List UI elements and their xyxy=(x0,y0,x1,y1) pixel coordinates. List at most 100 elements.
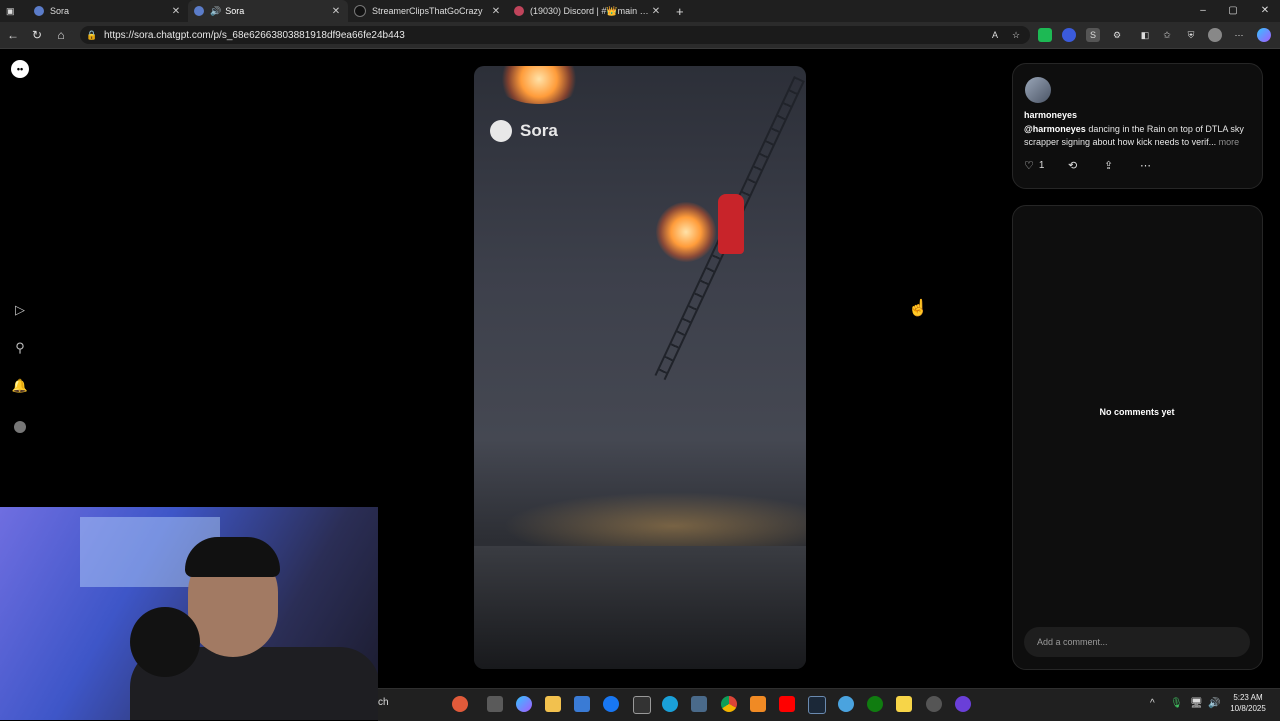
extension-green-icon[interactable] xyxy=(1038,28,1052,42)
comment-input[interactable] xyxy=(1035,636,1239,648)
url-text[interactable]: https://sora.chatgpt.com/p/s_68e62663803… xyxy=(104,30,405,41)
rooftop-crowd-image xyxy=(474,546,806,669)
tray-volume-icon[interactable]: 🔊 xyxy=(1208,698,1220,709)
taskbar-vlc-icon[interactable] xyxy=(750,696,766,712)
taskbar-chrome-icon[interactable] xyxy=(721,696,737,712)
heart-icon: ♡ xyxy=(1024,159,1034,172)
profile-avatar[interactable] xyxy=(10,416,30,436)
webcam-overlay xyxy=(0,507,378,720)
refresh-icon: ↻ xyxy=(31,28,43,42)
sora-watermark-text: Sora xyxy=(520,121,558,140)
taskbar-app-icon[interactable] xyxy=(838,696,854,712)
more-options-button[interactable]: ⋯ xyxy=(1140,157,1151,173)
explore-play-icon[interactable]: ▷ xyxy=(10,300,30,320)
taskbar-search-box[interactable]: ch xyxy=(378,697,389,708)
shield-icon[interactable]: ⛨ xyxy=(1184,28,1198,42)
favorites-icon[interactable]: ✩ xyxy=(1160,28,1174,42)
home-icon: ⌂ xyxy=(57,28,65,42)
close-icon: ✕ xyxy=(1260,5,1270,16)
maximize-icon: ▢ xyxy=(1228,5,1238,16)
copilot-icon[interactable] xyxy=(1257,28,1271,42)
tab-title: StreamerClipsThatGoCrazy xyxy=(372,6,483,16)
taskbar-store-icon[interactable] xyxy=(574,696,590,712)
tab-sora-2[interactable]: 🔊 Sora ✕ xyxy=(188,0,348,22)
taskbar-amazon-icon[interactable] xyxy=(633,696,651,714)
taskbar-settings-icon[interactable] xyxy=(926,696,942,712)
back-button[interactable]: ← xyxy=(5,26,21,44)
back-arrow-icon: ← xyxy=(7,28,19,42)
sora-favicon-icon xyxy=(34,6,44,16)
hand-cursor-icon: ☝ xyxy=(908,300,928,317)
taskbar-edge-icon[interactable] xyxy=(662,696,678,712)
tray-network-icon[interactable]: 🖥 xyxy=(1190,698,1203,709)
sora-favicon-icon xyxy=(194,6,204,16)
favorite-star-icon[interactable]: ☆ xyxy=(1009,28,1023,42)
taskbar-task-view-icon[interactable] xyxy=(487,696,503,712)
speaker-icon[interactable]: 🔊 xyxy=(210,6,221,17)
more-menu-icon[interactable]: ⋯ xyxy=(1232,28,1246,42)
sora-logo-icon[interactable]: •• xyxy=(11,60,29,78)
notifications-bell-icon[interactable]: 🔔 xyxy=(10,376,30,396)
minimize-button[interactable]: – xyxy=(1188,0,1218,22)
remix-button[interactable]: ⟲ xyxy=(1068,157,1077,173)
tab-discord[interactable]: (19030) Discord | #👑main | EB I ✕ xyxy=(508,0,668,22)
share-upload-icon: ⇪ xyxy=(1104,159,1114,172)
post-caption: @harmoneyes dancing in the Rain on top o… xyxy=(1024,123,1252,149)
tab-title: Sora xyxy=(225,6,245,16)
address-bar[interactable]: 🔒 https://sora.chatgpt.com/p/s_68e626638… xyxy=(80,26,1030,44)
sora-watermark: Sora xyxy=(490,120,558,142)
windows-taskbar xyxy=(378,688,1280,721)
close-window-button[interactable]: ✕ xyxy=(1250,0,1280,22)
search-icon[interactable]: ⚲ xyxy=(10,338,30,358)
taskbar-steam-icon[interactable] xyxy=(808,696,826,714)
author-username[interactable]: harmoneyes xyxy=(1024,110,1077,120)
new-tab-button[interactable]: + xyxy=(670,0,690,22)
close-tab-icon[interactable]: ✕ xyxy=(490,6,502,17)
refresh-button[interactable]: ↻ xyxy=(29,26,45,44)
taskbar-octopus-app-icon[interactable] xyxy=(452,696,468,712)
close-tab-icon[interactable]: ✕ xyxy=(170,6,182,17)
plus-icon: + xyxy=(676,3,684,19)
taskbar-calculator-icon[interactable] xyxy=(691,696,707,712)
tab-title: (19030) Discord | #👑main | EB I xyxy=(530,5,650,16)
tray-chevron-up-icon[interactable]: ^ xyxy=(1150,698,1155,709)
person-in-red-image xyxy=(718,194,744,254)
taskbar-copilot-icon[interactable] xyxy=(516,696,532,712)
caption-more-link[interactable]: more xyxy=(1219,137,1240,147)
taskbar-clock[interactable]: 5:23 AM 10/8/2025 xyxy=(1226,692,1270,714)
sora-watermark-logo-icon xyxy=(490,120,512,142)
split-screen-icon[interactable]: ◧ xyxy=(1138,28,1152,42)
taskbar-sticky-notes-icon[interactable] xyxy=(896,696,912,712)
close-tab-icon[interactable]: ✕ xyxy=(650,6,662,17)
taskbar-youtube-icon[interactable] xyxy=(779,696,795,712)
close-tab-icon[interactable]: ✕ xyxy=(330,6,342,17)
extension-blue-icon[interactable] xyxy=(1062,28,1076,42)
webcam-person-hair xyxy=(185,537,280,577)
clock-time: 5:23 AM xyxy=(1233,693,1263,702)
video-player[interactable]: Sora xyxy=(474,66,806,669)
taskbar-file-explorer-icon[interactable] xyxy=(545,696,561,712)
no-comments-text: No comments yet xyxy=(1099,407,1175,417)
maximize-button[interactable]: ▢ xyxy=(1218,0,1248,22)
extension-s-icon[interactable]: S xyxy=(1086,28,1100,42)
tray-microphone-icon[interactable]: 🎙 xyxy=(1170,698,1183,709)
like-button[interactable]: ♡ 1 xyxy=(1024,157,1044,173)
taskbar-facebook-icon[interactable] xyxy=(603,696,619,712)
tab-actions-button[interactable]: ▣ xyxy=(0,0,22,22)
author-avatar[interactable] xyxy=(1025,77,1051,103)
extensions-puzzle-icon[interactable]: ⚙ xyxy=(1110,28,1124,42)
comments-panel xyxy=(1012,205,1263,670)
taskbar-xbox-icon[interactable] xyxy=(867,696,883,712)
taskbar-obs-icon[interactable] xyxy=(955,696,971,712)
comment-input-box[interactable] xyxy=(1024,627,1250,657)
firework-top-image xyxy=(494,66,584,104)
caption-handle[interactable]: @harmoneyes xyxy=(1024,124,1086,134)
discord-favicon-icon xyxy=(514,6,524,16)
read-aloud-icon[interactable]: A xyxy=(988,28,1002,42)
profile-avatar-icon[interactable] xyxy=(1208,28,1222,42)
tab-title: Sora xyxy=(50,6,70,16)
tab-streamer-clips[interactable]: StreamerClipsThatGoCrazy ✕ xyxy=(348,0,508,22)
tab-sora-1[interactable]: Sora ✕ xyxy=(28,0,188,22)
share-button[interactable]: ⇪ xyxy=(1104,157,1113,173)
home-button[interactable]: ⌂ xyxy=(53,26,69,44)
